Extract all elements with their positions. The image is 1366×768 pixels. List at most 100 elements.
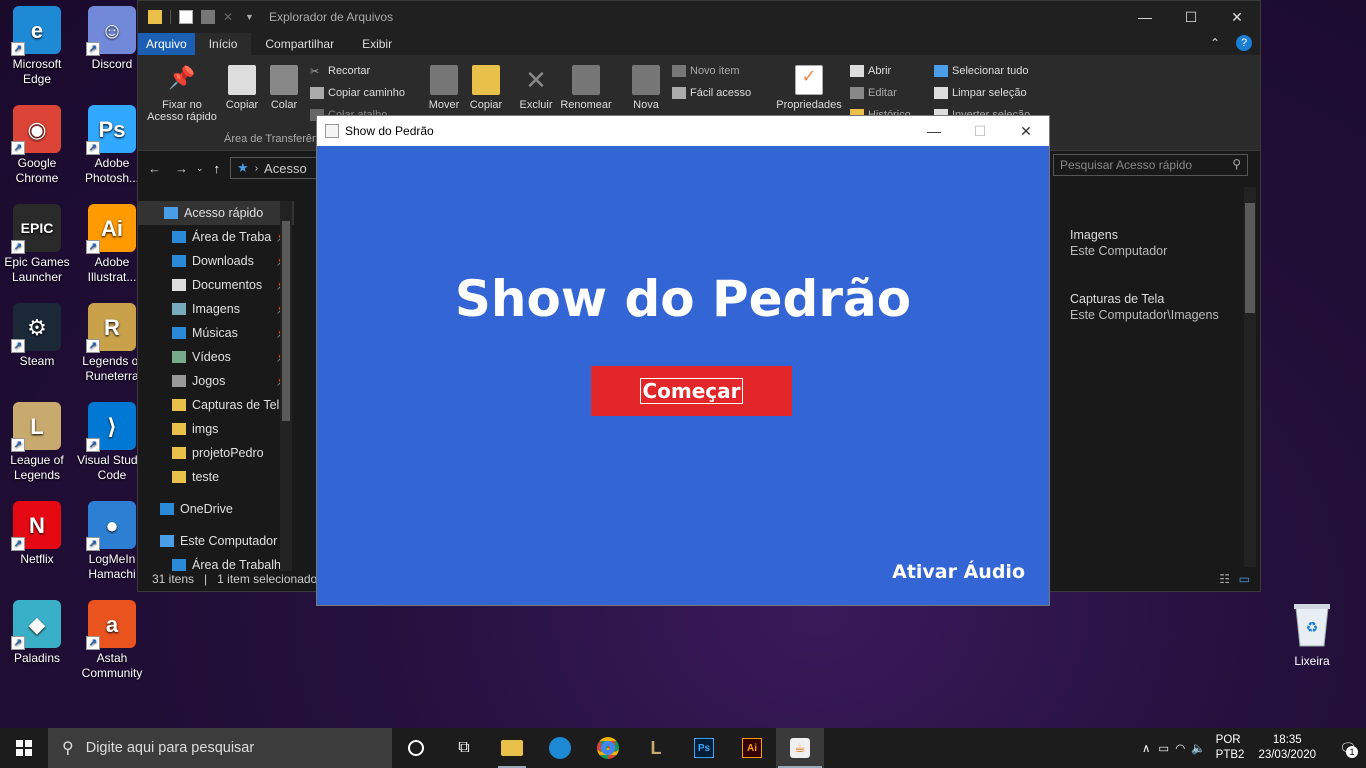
close-button[interactable]: ✕	[1214, 1, 1260, 33]
folder-icon[interactable]	[148, 10, 162, 24]
properties-icon[interactable]	[179, 10, 193, 24]
copy-to-button[interactable]: Copiar	[466, 65, 506, 111]
nav-item[interactable]: Downloads📌	[138, 249, 294, 273]
taskbar-explorer[interactable]	[488, 728, 536, 768]
chevron-up-icon[interactable]: ∧	[1142, 741, 1150, 755]
volume-icon[interactable]: 🔈	[1191, 741, 1205, 755]
copy-path-button[interactable]: Copiar caminho	[310, 87, 405, 99]
clock[interactable]: 18:35 23/03/2020	[1258, 733, 1316, 763]
desktop-shortcut[interactable]: EPIC ↗ Epic Games Launcher	[0, 204, 77, 285]
clear-selection-button[interactable]: Limpar seleção	[934, 87, 1027, 99]
nav-scrollbar[interactable]	[280, 201, 292, 571]
chevron-down-icon[interactable]: ⌄	[196, 163, 204, 174]
nav-item[interactable]: projetoPedro	[138, 441, 294, 465]
nav-item-label: Imagens	[192, 302, 240, 316]
tab-inicio[interactable]: Início	[194, 33, 252, 55]
vscode-icon: ⟩ ↗	[86, 402, 136, 452]
start-button[interactable]: Começar	[591, 366, 792, 416]
notifications-button[interactable]: 🗨 1	[1330, 728, 1366, 768]
open-button[interactable]: Abrir	[850, 65, 891, 77]
desktop-shortcut-label: Microsoft Edge	[12, 57, 62, 86]
content-scrollbar[interactable]	[1244, 187, 1256, 567]
maximize-button[interactable]: ☐	[957, 116, 1003, 146]
nav-item[interactable]: imgs	[138, 417, 294, 441]
select-all-button[interactable]: Selecionar tudo	[934, 65, 1028, 77]
copy-path-icon	[310, 87, 324, 99]
taskbar-edge[interactable]	[536, 728, 584, 768]
start-button[interactable]	[0, 728, 48, 768]
nav-item[interactable]: teste	[138, 465, 294, 489]
rename-button[interactable]: Renomear	[558, 65, 614, 111]
recycle-bin-icon: ♻	[1294, 604, 1330, 647]
nav-item-label: Capturas de Tela	[192, 398, 287, 412]
content-item-imagens[interactable]: Imagens Este Computador	[1070, 227, 1167, 259]
desktop-shortcut-label: Epic Games Launcher	[4, 255, 70, 284]
chevron-down-icon[interactable]: ▼	[245, 10, 259, 24]
new-item-button[interactable]: Novo item	[672, 65, 740, 77]
delete-icon: ✕	[525, 65, 547, 95]
move-to-button[interactable]: Mover	[426, 65, 462, 111]
ribbon-collapse-icon[interactable]: ⌃	[1202, 33, 1228, 55]
nav-item[interactable]: Este Computador	[138, 529, 294, 553]
wifi-icon[interactable]: ◠	[1175, 741, 1185, 755]
tab-compartilhar[interactable]: Compartilhar	[251, 33, 348, 55]
content-item-capturas[interactable]: Capturas de Tela Este Computador\Imagens	[1070, 291, 1219, 323]
desktop-shortcut[interactable]: N ↗ Netflix	[0, 501, 77, 567]
desktop-shortcut[interactable]: a ↗ Astah Community	[72, 600, 152, 681]
taskbar-chrome[interactable]	[584, 728, 632, 768]
task-view-button[interactable]: ⧉	[440, 728, 488, 768]
details-view-icon[interactable]: ☷	[1219, 572, 1230, 586]
taskbar-search-input[interactable]: ⚲ Digite aqui para pesquisar	[48, 728, 392, 768]
taskbar-illustrator[interactable]: Ai	[728, 728, 776, 768]
close-icon[interactable]: ✕	[223, 10, 237, 24]
back-arrow-icon[interactable]: ←	[148, 161, 161, 176]
desktop-shortcut[interactable]: ◉ ↗ Google Chrome	[0, 105, 77, 186]
pin-quick-access-button[interactable]: 📌 Fixar no Acesso rápido	[144, 65, 220, 123]
delete-button[interactable]: ✕ Excluir	[518, 65, 554, 111]
cut-button[interactable]: ✂ Recortar	[310, 65, 370, 78]
forward-arrow-icon[interactable]: →	[175, 161, 188, 176]
nav-item[interactable]: Imagens📌	[138, 297, 294, 321]
recycle-bin[interactable]: ♻ Lixeira	[1282, 600, 1342, 668]
nav-item[interactable]: Área de Traba📌	[138, 225, 294, 249]
tab-arquivo[interactable]: Arquivo	[138, 33, 195, 55]
enable-audio-button[interactable]: Ativar Áudio	[892, 561, 1025, 583]
taskbar-photoshop[interactable]: Ps	[680, 728, 728, 768]
up-arrow-icon[interactable]: ↑	[214, 161, 221, 176]
edge-icon	[549, 737, 571, 759]
cortana-button[interactable]	[392, 728, 440, 768]
desktop-shortcut[interactable]: L ↗ League of Legends	[0, 402, 77, 483]
taskbar-league[interactable]: L	[632, 728, 680, 768]
minimize-button[interactable]: —	[911, 116, 957, 146]
easy-access-button[interactable]: Fácil acesso	[672, 87, 751, 99]
maximize-button[interactable]: ☐	[1168, 1, 1214, 33]
tab-exibir[interactable]: Exibir	[348, 33, 406, 55]
language-indicator[interactable]: POR PTB2	[1216, 733, 1245, 763]
desktop-shortcut[interactable]: e ↗ Microsoft Edge	[0, 6, 77, 87]
desktop-shortcut[interactable]: ◆ ↗ Paladins	[0, 600, 77, 666]
nav-item[interactable]: Acesso rápido	[138, 201, 294, 225]
nav-item[interactable]: Capturas de Tela	[138, 393, 294, 417]
properties-button[interactable]: ✓ Propriedades	[774, 65, 844, 111]
new-folder-icon[interactable]	[201, 10, 215, 24]
desktop-shortcut[interactable]: ⚙ ↗ Steam	[0, 303, 77, 369]
desktop-shortcut-label: Astah Community	[81, 651, 143, 680]
taskbar-java[interactable]: ☕	[776, 728, 824, 768]
nav-item[interactable]: OneDrive	[138, 497, 294, 521]
close-button[interactable]: ✕	[1003, 116, 1049, 146]
nav-item[interactable]: Jogos📌	[138, 369, 294, 393]
help-icon[interactable]: ?	[1228, 33, 1260, 55]
nav-item[interactable]: Músicas📌	[138, 321, 294, 345]
explorer-titlebar: ✕ ▼ Explorador de Arquivos — ☐ ✕	[138, 1, 1260, 33]
edit-button[interactable]: Editar	[850, 87, 897, 99]
search-input[interactable]: Pesquisar Acesso rápido ⚲	[1053, 154, 1248, 176]
tiles-view-icon[interactable]: ▭	[1239, 572, 1250, 586]
copy-button[interactable]: Copiar	[222, 65, 262, 111]
paste-button[interactable]: Colar	[266, 65, 302, 111]
battery-icon[interactable]: ▭	[1158, 741, 1169, 755]
minimize-button[interactable]: —	[1122, 1, 1168, 33]
nav-item[interactable]: Documentos📌	[138, 273, 294, 297]
new-folder-button[interactable]: Nova	[628, 65, 664, 111]
nav-item[interactable]: Vídeos📌	[138, 345, 294, 369]
folder-icon	[172, 471, 186, 483]
